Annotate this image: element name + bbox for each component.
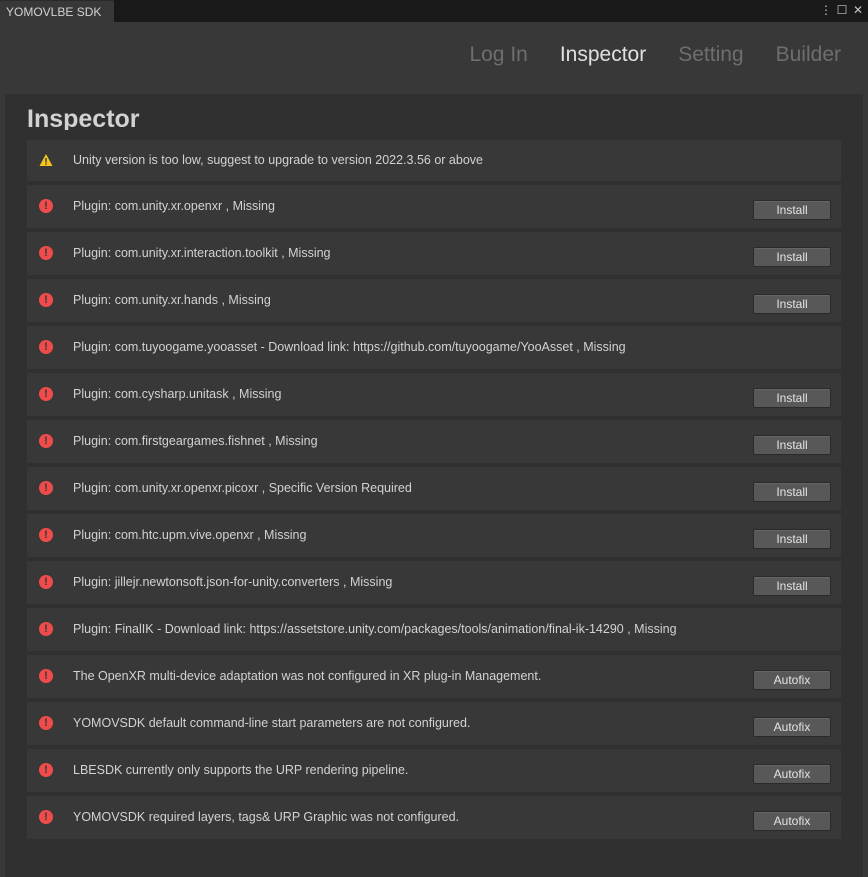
issue-row: ! Plugin: jillejr.newtonsoft.json-for-uni… (27, 561, 841, 604)
close-icon[interactable]: ✕ (852, 2, 864, 18)
error-icon: ! (39, 340, 53, 354)
issue-message: YOMOVSDK required layers, tags& URP Grap… (73, 810, 460, 824)
issue-row: ! Plugin: com.tuyoogame.yooasset - Downlo… (27, 326, 841, 369)
tab-inspector[interactable]: Inspector (560, 43, 646, 67)
issue-message: Plugin: com.cysharp.unitask , Missing (73, 387, 282, 401)
error-icon: ! (39, 528, 53, 542)
error-icon: ! (39, 622, 53, 636)
issue-row: ! Plugin: FinalIK - Download link: https:… (27, 608, 841, 651)
error-icon: ! (39, 434, 53, 448)
install-button[interactable]: Install (753, 200, 831, 220)
window-controls: ⋮ ☐ ✕ (820, 2, 864, 18)
tab-builder[interactable]: Builder (776, 43, 841, 67)
top-nav: Log In Inspector Setting Builder (469, 43, 841, 67)
issue-message: Plugin: com.unity.xr.openxr.picoxr , Spe… (73, 481, 412, 495)
error-icon: ! (39, 716, 53, 730)
inspector-panel: Inspector Unity version is too low, sugg… (5, 94, 863, 877)
warning-icon (39, 154, 53, 166)
issue-row: ! Plugin: com.htc.upm.vive.openxr , Missi… (27, 514, 841, 557)
autofix-button[interactable]: Autofix (753, 717, 831, 737)
issue-message: Plugin: FinalIK - Download link: https:/… (73, 622, 677, 636)
error-icon: ! (39, 199, 53, 213)
window-tab-title[interactable]: YOMOVLBE SDK (0, 0, 114, 22)
error-icon: ! (39, 763, 53, 777)
issue-row: ! The OpenXR multi-device adaptation was … (27, 655, 841, 698)
install-button[interactable]: Install (753, 529, 831, 549)
error-icon: ! (39, 575, 53, 589)
issue-row: Unity version is too low, suggest to upg… (27, 140, 841, 181)
issue-message: Plugin: com.firstgeargames.fishnet , Mis… (73, 434, 318, 448)
issue-message: Plugin: com.unity.xr.hands , Missing (73, 293, 271, 307)
install-button[interactable]: Install (753, 435, 831, 455)
issue-row: ! Plugin: com.unity.xr.hands , Missing Ins… (27, 279, 841, 322)
more-options-icon[interactable]: ⋮ (820, 2, 832, 18)
error-icon: ! (39, 669, 53, 683)
header: Log In Inspector Setting Builder (0, 22, 868, 92)
maximize-icon[interactable]: ☐ (836, 2, 848, 18)
window-tabstrip: YOMOVLBE SDK ⋮ ☐ ✕ (0, 0, 868, 22)
issue-message: YOMOVSDK default command-line start para… (73, 716, 471, 730)
page-title: Inspector (27, 105, 140, 130)
issue-row: ! Plugin: com.unity.xr.interaction.toolki… (27, 232, 841, 275)
issue-message: Plugin: com.tuyoogame.yooasset - Downloa… (73, 340, 626, 354)
issue-message: Plugin: com.htc.upm.vive.openxr , Missin… (73, 528, 307, 542)
issue-row: ! Plugin: com.unity.xr.openxr.picoxr , Sp… (27, 467, 841, 510)
install-button[interactable]: Install (753, 482, 831, 502)
error-icon: ! (39, 810, 53, 824)
tab-setting[interactable]: Setting (678, 43, 743, 67)
issue-row: ! YOMOVSDK required layers, tags& URP Gra… (27, 796, 841, 839)
issue-message: Plugin: jillejr.newtonsoft.json-for-unit… (73, 575, 393, 589)
error-icon: ! (39, 481, 53, 495)
autofix-button[interactable]: Autofix (753, 811, 831, 831)
issue-row: ! Plugin: com.unity.xr.openxr , Missing In… (27, 185, 841, 228)
error-icon: ! (39, 246, 53, 260)
autofix-button[interactable]: Autofix (753, 764, 831, 784)
issue-message: Plugin: com.unity.xr.interaction.toolkit… (73, 246, 331, 260)
issue-list: Unity version is too low, suggest to upg… (27, 140, 841, 843)
issue-row: ! Plugin: com.cysharp.unitask , Missing In… (27, 373, 841, 416)
install-button[interactable]: Install (753, 247, 831, 267)
issue-row: ! Plugin: com.firstgeargames.fishnet , Mi… (27, 420, 841, 463)
issue-message: The OpenXR multi-device adaptation was n… (73, 669, 542, 683)
autofix-button[interactable]: Autofix (753, 670, 831, 690)
issue-row: ! LBESDK currently only supports the URP … (27, 749, 841, 792)
install-button[interactable]: Install (753, 294, 831, 314)
error-icon: ! (39, 293, 53, 307)
issue-row: ! YOMOVSDK default command-line start par… (27, 702, 841, 745)
issue-message: LBESDK currently only supports the URP r… (73, 763, 409, 777)
install-button[interactable]: Install (753, 576, 831, 596)
issue-message: Plugin: com.unity.xr.openxr , Missing (73, 199, 275, 213)
issue-message: Unity version is too low, suggest to upg… (73, 153, 483, 167)
tab-log-in[interactable]: Log In (469, 43, 527, 67)
install-button[interactable]: Install (753, 388, 831, 408)
error-icon: ! (39, 387, 53, 401)
